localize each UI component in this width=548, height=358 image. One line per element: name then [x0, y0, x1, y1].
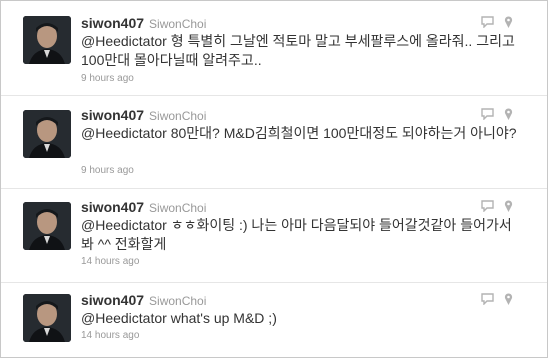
avatar[interactable] [23, 202, 71, 250]
tweet-actions [481, 292, 513, 306]
location-icon[interactable] [504, 199, 513, 213]
tweet-text: @Heedictator ㅎㅎ화이팅 :) 나는 아마 다음달되야 들어갈것같아… [81, 216, 521, 254]
avatar-photo [23, 16, 71, 64]
reply-icon[interactable] [481, 200, 494, 212]
tweet-item: siwon407 SiwonChoi @Heedictator 형 특별히 그날엔… [1, 1, 547, 96]
tweet-author: siwon407 SiwonChoi [81, 106, 206, 124]
avatar-photo [23, 294, 71, 342]
tweet-text: @Heedictator what's up M&D ;) [81, 309, 521, 328]
location-icon[interactable] [504, 107, 513, 121]
reply-icon[interactable] [481, 108, 494, 120]
mention-link[interactable]: @Heedictator [81, 217, 167, 233]
full-name: SiwonChoi [149, 294, 207, 308]
timestamp-link[interactable]: 9 hours ago [81, 73, 134, 84]
tweet-author: siwon407 SiwonChoi [81, 14, 206, 32]
timestamp-link[interactable]: 14 hours ago [81, 330, 139, 341]
avatar[interactable] [23, 16, 71, 64]
avatar-photo [23, 110, 71, 158]
tweet-item: siwon407 SiwonChoi @Heedictator what's up… [1, 283, 547, 357]
avatar-photo [23, 202, 71, 250]
tweet-author: siwon407 SiwonChoi [81, 198, 206, 216]
tweet-body: 80만대? M&D김희철이면 100만대정도 되야하는거 아니야? [166, 125, 517, 141]
screen-name-link[interactable]: siwon407 [81, 15, 144, 31]
screen-name-link[interactable]: siwon407 [81, 107, 144, 123]
timeline: siwon407 SiwonChoi @Heedictator 형 특별히 그날엔… [0, 0, 548, 358]
mention-link[interactable]: @Heedictator [81, 33, 167, 49]
full-name: SiwonChoi [149, 201, 207, 215]
location-icon[interactable] [504, 15, 513, 29]
location-icon[interactable] [504, 292, 513, 306]
full-name: SiwonChoi [149, 109, 207, 123]
tweet-body: what's up M&D ;) [166, 310, 277, 326]
screen-name-link[interactable]: siwon407 [81, 199, 144, 215]
screen-name-link[interactable]: siwon407 [81, 292, 144, 308]
tweet-actions [481, 107, 513, 121]
tweet-actions [481, 15, 513, 29]
tweet-author: siwon407 SiwonChoi [81, 291, 206, 309]
full-name: SiwonChoi [149, 17, 207, 31]
avatar[interactable] [23, 294, 71, 342]
tweet-actions [481, 199, 513, 213]
reply-icon[interactable] [481, 16, 494, 28]
reply-icon[interactable] [481, 293, 494, 305]
timestamp-link[interactable]: 14 hours ago [81, 256, 139, 267]
tweet-item: siwon407 SiwonChoi @Heedictator 80만대? M&D… [1, 96, 547, 189]
mention-link[interactable]: @Heedictator [81, 310, 167, 326]
timestamp-link[interactable]: 9 hours ago [81, 165, 134, 176]
avatar[interactable] [23, 110, 71, 158]
mention-link[interactable]: @Heedictator [81, 125, 167, 141]
tweet-text: @Heedictator 형 특별히 그날엔 적토마 말고 부세팔루스에 올라줘… [81, 32, 521, 70]
tweet-item: siwon407 SiwonChoi @Heedictator ㅎㅎ화이팅 :) … [1, 189, 547, 283]
tweet-text: @Heedictator 80만대? M&D김희철이면 100만대정도 되야하는… [81, 124, 521, 143]
